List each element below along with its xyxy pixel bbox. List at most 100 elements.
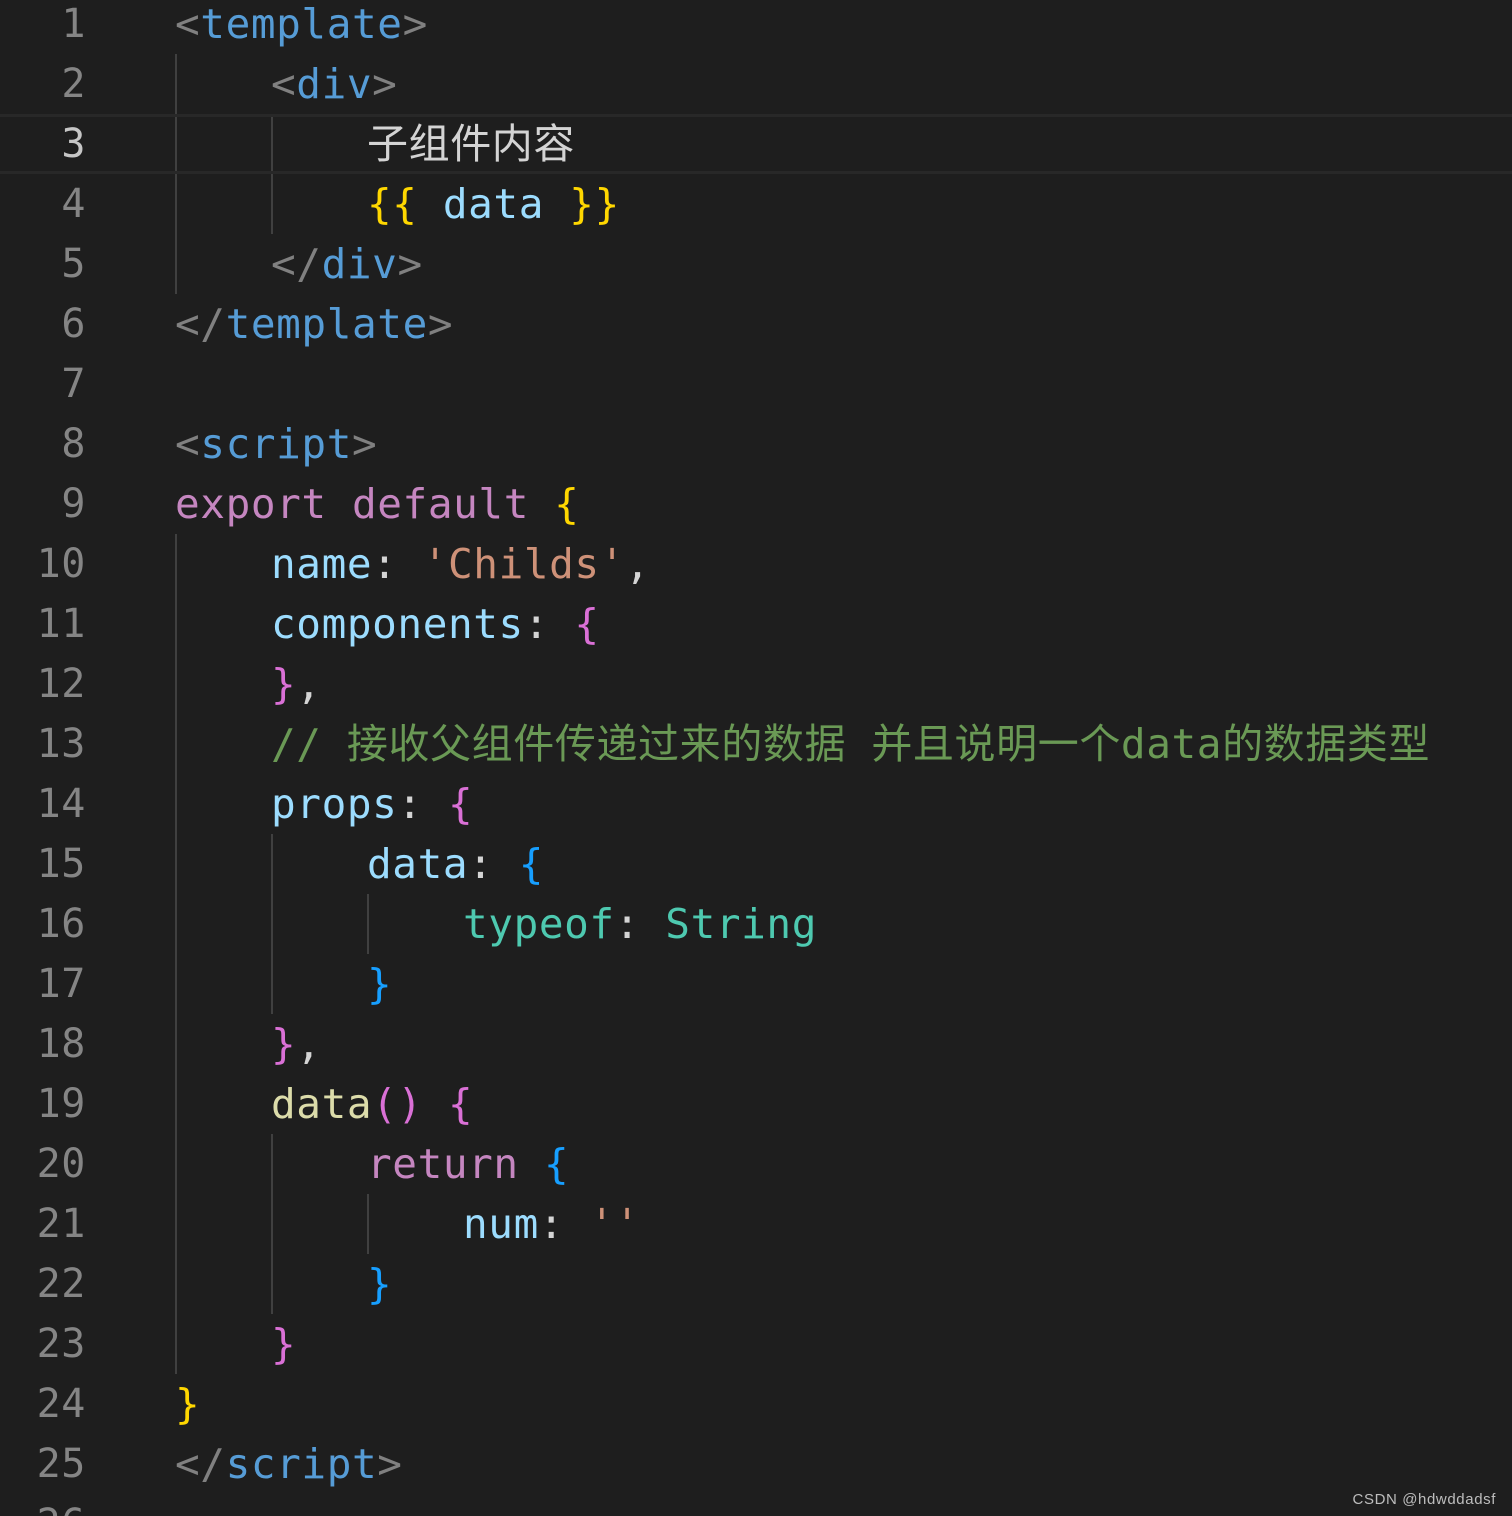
code-line[interactable]: 5 </div> — [0, 234, 1512, 294]
code-text[interactable]: }, — [271, 654, 322, 714]
line-number: 4 — [61, 181, 86, 227]
code-text[interactable]: <template> — [175, 0, 428, 54]
code-editor[interactable]: 1 <template> 2 <div> 3 子组件内容 4 {{ data }… — [0, 0, 1512, 1516]
code-text[interactable]: 子组件内容 — [367, 114, 575, 174]
property-key: typeof — [463, 900, 615, 948]
code-text[interactable]: export default { — [175, 474, 580, 534]
comment: // 接收父组件传递过来的数据 并且说明一个data的数据类型 — [271, 720, 1431, 768]
code-line[interactable]: 4 {{ data }} — [0, 174, 1512, 234]
line-number: 26 — [0, 1494, 86, 1516]
code-line[interactable]: 23 } — [0, 1314, 1512, 1374]
tag-name: script — [200, 420, 353, 468]
code-line[interactable]: 20 return { — [0, 1134, 1512, 1194]
brace: { — [518, 840, 545, 888]
line-number: 1 — [61, 1, 86, 47]
code-line[interactable]: 8 <script> — [0, 414, 1512, 474]
code-line[interactable]: 7 — [0, 354, 1512, 414]
tag-name: div — [296, 60, 373, 108]
tag-bracket: </ — [175, 1440, 226, 1488]
tag-bracket: </ — [271, 240, 322, 288]
brace: { — [554, 480, 580, 528]
code-line[interactable]: 12 }, — [0, 654, 1512, 714]
brace: } — [271, 1320, 297, 1368]
comma: , — [625, 540, 651, 588]
code-line[interactable]: 6 </template> — [0, 294, 1512, 354]
line-number: 6 — [61, 301, 86, 347]
code-text[interactable]: {{ data }} — [367, 174, 620, 234]
code-text[interactable]: num: '' — [463, 1194, 640, 1254]
tag-bracket: > — [352, 420, 378, 468]
code-text[interactable]: return { — [367, 1134, 569, 1194]
function-name: data — [271, 1080, 373, 1128]
code-line[interactable]: 24 } — [0, 1374, 1512, 1434]
line-number: 22 — [36, 1261, 86, 1307]
brace: } — [175, 1380, 201, 1428]
comma: , — [296, 660, 322, 708]
comma: , — [296, 1020, 322, 1068]
tag-bracket: < — [271, 60, 297, 108]
code-line[interactable]: 1 <template> — [0, 0, 1512, 54]
code-text[interactable]: } — [367, 1254, 392, 1314]
brace: } — [271, 660, 297, 708]
code-line[interactable]: 18 }, — [0, 1014, 1512, 1074]
tag-bracket: > — [402, 0, 428, 48]
code-line[interactable]: 22 } — [0, 1254, 1512, 1314]
line-number: 17 — [36, 961, 86, 1007]
keyword: export default — [175, 480, 529, 528]
code-line[interactable]: 19 data() { — [0, 1074, 1512, 1134]
code-line[interactable]: 26 — [0, 1494, 1512, 1516]
line-number: 9 — [61, 481, 86, 527]
line-number: 15 — [36, 841, 86, 887]
brace: { — [574, 600, 600, 648]
code-text[interactable]: </div> — [271, 234, 423, 294]
code-line[interactable]: 9 export default { — [0, 474, 1512, 534]
tag-bracket: < — [175, 420, 201, 468]
code-text[interactable]: props: { — [271, 774, 473, 834]
code-text[interactable]: data: { — [367, 834, 544, 894]
code-line[interactable]: 21 num: '' — [0, 1194, 1512, 1254]
code-text[interactable]: </script> — [175, 1434, 403, 1494]
code-text[interactable]: components: { — [271, 594, 600, 654]
line-number: 21 — [36, 1201, 86, 1247]
parens: () — [372, 1080, 423, 1128]
code-line[interactable]: 11 components: { — [0, 594, 1512, 654]
line-number: 2 — [61, 61, 86, 107]
code-text[interactable]: } — [367, 954, 392, 1014]
code-text[interactable]: </template> — [175, 294, 453, 354]
brace: { — [448, 1080, 474, 1128]
line-number: 7 — [61, 361, 86, 407]
property-key: props — [271, 780, 398, 828]
code-line[interactable]: 25 </script> — [0, 1434, 1512, 1494]
line-number: 25 — [36, 1441, 86, 1487]
code-text[interactable]: typeof: String — [463, 894, 817, 954]
code-line[interactable]: 16 typeof: String — [0, 894, 1512, 954]
line-number: 23 — [36, 1321, 86, 1367]
code-line-active[interactable]: 3 子组件内容 — [0, 114, 1512, 174]
code-text[interactable]: <div> — [271, 54, 397, 114]
tag-bracket: > — [377, 1440, 403, 1488]
template-text: 子组件内容 — [367, 120, 575, 168]
colon: : — [614, 900, 666, 948]
code-line[interactable]: 15 data: { — [0, 834, 1512, 894]
code-line[interactable]: 14 props: { — [0, 774, 1512, 834]
code-text[interactable]: <script> — [175, 414, 377, 474]
watermark: CSDN @hdwddadsf — [1352, 1491, 1496, 1508]
code-text[interactable]: // 接收父组件传递过来的数据 并且说明一个data的数据类型 — [271, 714, 1430, 774]
interpolation-close: }} — [569, 180, 620, 228]
code-text[interactable]: } — [271, 1314, 296, 1374]
code-text[interactable]: }, — [271, 1014, 322, 1074]
code-text[interactable]: } — [175, 1374, 200, 1434]
tag-name: template — [200, 0, 403, 48]
code-line[interactable]: 17 } — [0, 954, 1512, 1014]
code-text[interactable]: data() { — [271, 1074, 473, 1134]
code-text[interactable]: name: 'Childs', — [271, 534, 650, 594]
code-line[interactable]: 2 <div> — [0, 54, 1512, 114]
code-line[interactable]: 13 // 接收父组件传递过来的数据 并且说明一个data的数据类型 — [0, 714, 1512, 774]
line-number: 11 — [36, 601, 86, 647]
code-line[interactable]: 10 name: 'Childs', — [0, 534, 1512, 594]
tag-bracket: > — [427, 300, 454, 348]
brace: } — [367, 960, 393, 1008]
